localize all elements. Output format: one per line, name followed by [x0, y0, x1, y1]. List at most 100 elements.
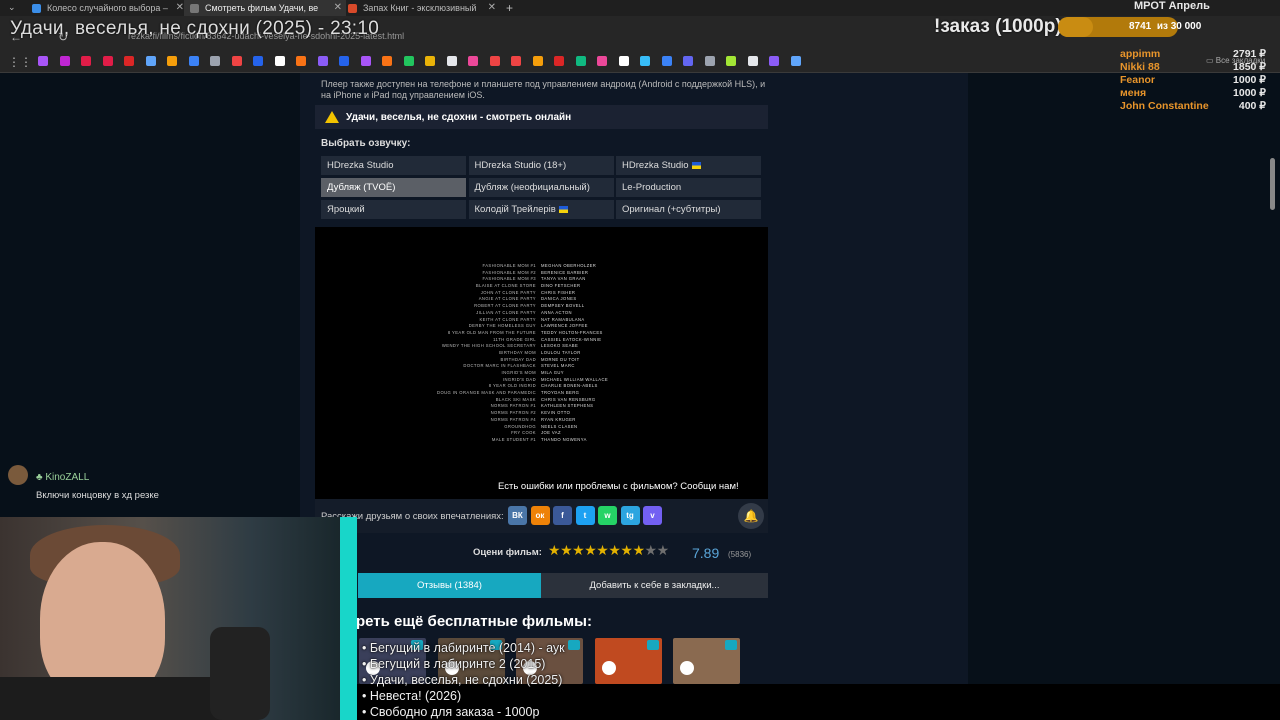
star-icon[interactable]: ★ — [645, 542, 658, 558]
credit-role: JILLIAN AT CLONE PARTY — [476, 309, 536, 315]
bookmark-icon[interactable] — [360, 56, 371, 66]
film-thumbnail[interactable] — [673, 638, 740, 684]
ok-share-icon[interactable]: ок — [530, 506, 550, 525]
vk-share-icon[interactable]: ВК — [508, 506, 527, 525]
star-icon[interactable]: ★ — [657, 542, 670, 558]
tab-wheel[interactable]: Колесо случайного выбора – ✕ — [26, 0, 188, 16]
page-scrollbar[interactable] — [1270, 158, 1275, 210]
bookmark-icon[interactable] — [468, 56, 478, 66]
bookmark-icon[interactable] — [769, 56, 779, 66]
voice-option[interactable]: Колодій Трейлерів — [468, 200, 614, 219]
bookmark-icon[interactable] — [575, 56, 586, 66]
bookmark-icon[interactable] — [59, 56, 70, 66]
tab-title: Запах Книг - эксклюзивный — [363, 3, 477, 13]
bookmark-icon[interactable] — [274, 56, 285, 66]
progress-goal: 30 000 — [1170, 21, 1202, 32]
telegram-share-icon[interactable]: tg — [620, 506, 640, 525]
ukraine-flag-icon — [691, 161, 701, 169]
ticker-line: • Свободно для заказа - 1000р — [362, 705, 540, 719]
tab-books[interactable]: Запах Книг - эксклюзивный ✕ — [342, 0, 500, 16]
bookmark-icon[interactable] — [210, 56, 220, 66]
bookmark-icon[interactable] — [167, 56, 177, 66]
credit-name: LESOKO SEABE — [541, 343, 579, 349]
bookmark-icon[interactable] — [38, 56, 48, 66]
bookmark-icon[interactable] — [446, 56, 457, 66]
play-icon[interactable] — [680, 661, 694, 675]
viber-share-icon[interactable]: v — [643, 506, 662, 525]
credit-name: TROYDAN BERG — [541, 390, 580, 396]
star-icon[interactable]: ★ — [608, 542, 621, 558]
bookmark-icon[interactable] — [747, 56, 758, 66]
credit-row: 8 YEAR OLD MAN FROM THE FUTURE TEDDY HOLT… — [448, 330, 649, 337]
star-icon[interactable]: ★ — [572, 542, 585, 558]
bookmark-icon[interactable] — [403, 56, 414, 66]
star-icon[interactable]: ★ — [584, 542, 597, 558]
bookmark-icon[interactable] — [382, 56, 392, 66]
credit-role: ROBERT AT CLONE PARTY — [474, 303, 536, 309]
voice-option[interactable]: Le-Production — [616, 178, 761, 197]
star-icon[interactable]: ★ — [560, 542, 573, 558]
voice-option[interactable]: Оригинал (+субтитры) — [616, 200, 761, 219]
voice-option[interactable]: Яроцкий — [321, 200, 466, 219]
bookmark-icon[interactable] — [102, 56, 113, 66]
tab-rezka[interactable]: Смотреть фильм Удачи, ве ✕ — [184, 0, 346, 16]
bookmark-icon[interactable] — [317, 56, 328, 66]
voice-option[interactable]: HDrezka Studio — [321, 156, 466, 175]
bookmark-icon[interactable] — [124, 56, 134, 66]
bookmark-icon[interactable] — [296, 56, 306, 66]
tab-reviews[interactable]: Отзывы (1384) — [358, 573, 541, 598]
bookmark-icon[interactable] — [597, 56, 607, 66]
credit-name: MILA GUY — [541, 370, 564, 375]
votes-count: (5836) — [728, 550, 752, 559]
mrot-label: МРОТ Апрель — [1134, 0, 1210, 12]
bookmark-icon[interactable] — [726, 56, 736, 66]
bookmark-icon[interactable] — [618, 56, 629, 66]
credit-role: DOCTOR MARC IN FLASHBACK — [463, 363, 536, 369]
report-problem-link[interactable]: Есть ошибки или проблемы с фильмом? Сооб… — [498, 481, 739, 492]
bookmark-icon[interactable] — [640, 56, 650, 66]
voice-option[interactable]: Дубляж (неофициальный) — [468, 178, 614, 197]
new-tab-button[interactable]: + — [506, 1, 513, 15]
close-tab-icon[interactable]: ✕ — [488, 0, 496, 16]
close-tab-icon[interactable]: ✕ — [176, 0, 184, 16]
voice-option[interactable]: HDrezka Studio (18+) — [468, 156, 614, 175]
rating-stars[interactable]: ★★★★★★★★★★ — [548, 542, 669, 559]
player-title: Удачи, веселья, не сдохни - смотреть онл… — [346, 112, 572, 123]
bookmark-icon[interactable] — [231, 56, 242, 66]
bookmark-icon[interactable] — [554, 56, 564, 66]
bookmark-icon[interactable] — [683, 56, 693, 66]
facebook-share-icon[interactable]: f — [553, 506, 572, 525]
bookmark-icon[interactable] — [188, 56, 199, 66]
credit-row: WENDY THE HIGH SCHOOL SECRETARY LESOKO SE… — [442, 343, 649, 350]
bookmark-icon[interactable] — [661, 56, 672, 66]
star-icon[interactable]: ★ — [632, 542, 645, 558]
voice-option[interactable]: HDrezka Studio — [616, 156, 761, 175]
voice-option[interactable]: Дубляж (TVOЁ) — [321, 178, 466, 197]
apps-grid-icon[interactable]: ⋮⋮ — [8, 55, 32, 69]
bookmark-icon[interactable] — [425, 56, 435, 66]
bookmark-icon[interactable] — [790, 56, 801, 66]
bookmark-icon[interactable] — [532, 56, 543, 66]
credit-role: BIRTHDAY MOM — [499, 349, 536, 355]
tab-list-icon[interactable]: ⌄ — [8, 2, 16, 13]
bookmark-icon[interactable] — [511, 56, 521, 66]
bookmark-icon[interactable] — [81, 56, 91, 66]
film-thumbnail[interactable] — [594, 638, 662, 684]
bookmark-icon[interactable] — [489, 56, 500, 66]
play-icon[interactable] — [601, 661, 616, 675]
bookmark-icon[interactable] — [145, 56, 156, 66]
donor-row: appimm 2791 ₽ — [1120, 48, 1266, 61]
credit-role: JOHN AT CLONE PARTY — [480, 289, 536, 295]
star-icon[interactable]: ★ — [596, 542, 609, 558]
credit-name: RYAN KRUGER — [541, 416, 576, 422]
whatsapp-share-icon[interactable]: w — [598, 506, 617, 525]
close-tab-icon[interactable]: ✕ — [334, 0, 342, 16]
star-icon[interactable]: ★ — [620, 542, 633, 558]
add-bookmark-button[interactable]: Добавить к себе в закладки... — [541, 573, 768, 598]
bookmark-icon[interactable] — [704, 56, 715, 66]
bookmark-icon[interactable] — [253, 56, 263, 66]
bookmark-icon[interactable] — [339, 56, 349, 66]
twitter-share-icon[interactable]: t — [575, 506, 595, 525]
star-icon[interactable]: ★ — [548, 542, 561, 558]
bell-icon[interactable]: 🔔 — [738, 503, 764, 529]
